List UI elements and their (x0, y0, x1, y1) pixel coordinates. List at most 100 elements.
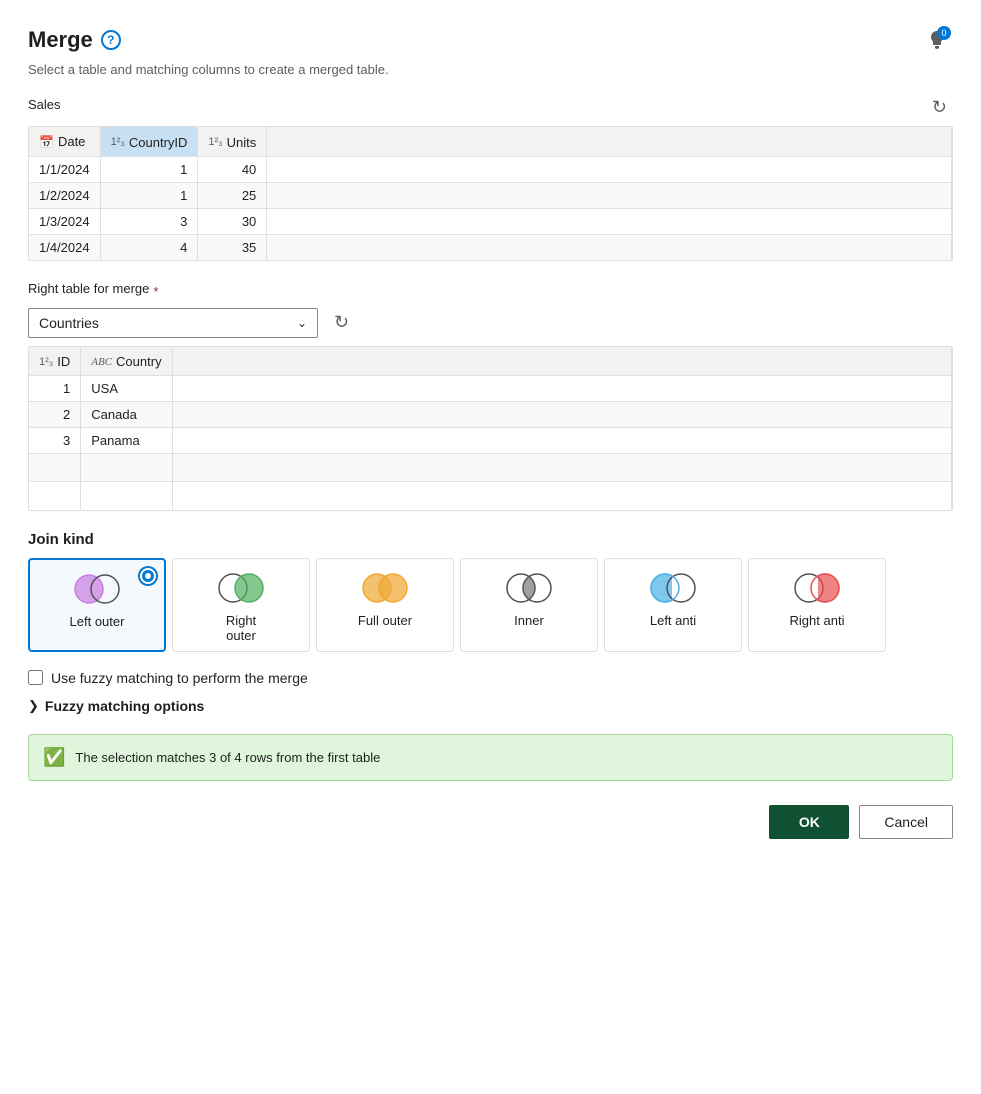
dialog-title: Merge (28, 27, 93, 53)
sales-empty-1 (267, 156, 952, 182)
countries-id-1: 1 (29, 376, 81, 402)
join-options: Left outer Rightouter Full outer Inner (28, 558, 953, 652)
dropdown-value: Countries (39, 315, 99, 331)
table-row: 2 Canada (29, 402, 952, 428)
fuzzy-options-label: Fuzzy matching options (45, 698, 204, 714)
sales-countryid-1: 1 (100, 156, 198, 182)
chevron-right-icon: ❯ (28, 698, 39, 714)
required-marker: * (153, 284, 158, 299)
table-row (29, 482, 952, 510)
table-row: 1 USA (29, 376, 952, 402)
fuzzy-matching-label[interactable]: Use fuzzy matching to perform the merge (51, 670, 308, 686)
sales-table-label: Sales (28, 97, 61, 112)
countries-country-2: Canada (81, 402, 172, 428)
sales-date-3: 1/3/2024 (29, 208, 100, 234)
right-table-label: Right table for merge (28, 281, 149, 296)
sales-empty-2 (267, 182, 952, 208)
123-icon-units: 1²₃ (208, 136, 222, 148)
chevron-down-icon: ⌄ (297, 316, 307, 330)
sales-col-date-label: Date (58, 134, 85, 149)
join-option-inner[interactable]: Inner (460, 558, 598, 652)
join-label-full-outer: Full outer (358, 613, 412, 628)
sales-col-units-label: Units (227, 135, 257, 150)
calendar-icon: 📅 (39, 135, 54, 149)
countries-table: 1²₃ ID ABC Country 1 USA (29, 347, 952, 510)
countries-col-id[interactable]: 1²₃ ID (29, 347, 81, 376)
left-anti-venn (645, 569, 701, 607)
table-row: 1/1/2024 1 40 (29, 156, 952, 182)
join-option-right-outer[interactable]: Rightouter (172, 558, 310, 652)
full-outer-venn (357, 569, 413, 607)
cancel-button[interactable]: Cancel (859, 805, 953, 839)
sales-units-3: 30 (198, 208, 267, 234)
sales-date-4: 1/4/2024 (29, 234, 100, 260)
join-label-left-anti: Left anti (650, 613, 696, 628)
123-icon-countryid: 1²₃ (111, 136, 125, 148)
join-option-right-anti[interactable]: Right anti (748, 558, 886, 652)
sales-table: 📅 Date 1²₃ CountryID 1²₃ Units (29, 127, 952, 260)
table-row: 1/4/2024 4 35 (29, 234, 952, 260)
table-row (29, 454, 952, 482)
join-kind-label: Join kind (28, 531, 953, 548)
sales-units-4: 35 (198, 234, 267, 260)
right-outer-venn (213, 569, 269, 607)
right-table-refresh-button[interactable]: ↻ (328, 310, 355, 335)
fuzzy-matching-checkbox[interactable] (28, 670, 43, 685)
sales-units-2: 25 (198, 182, 267, 208)
selected-indicator (140, 568, 156, 584)
sales-col-countryid-label: CountryID (129, 135, 188, 150)
inner-venn (501, 569, 557, 607)
fuzzy-options-section[interactable]: ❯ Fuzzy matching options (28, 698, 953, 714)
bulb-badge: 0 (937, 26, 951, 40)
left-outer-venn (69, 570, 125, 608)
sales-date-1: 1/1/2024 (29, 156, 100, 182)
sales-table-wrapper: 📅 Date 1²₃ CountryID 1²₃ Units (28, 126, 953, 261)
countries-empty-1 (172, 376, 951, 402)
countries-empty-2 (172, 402, 951, 428)
sales-refresh-button[interactable]: ↻ (926, 95, 953, 120)
countries-col-country[interactable]: ABC Country (81, 347, 172, 376)
join-option-full-outer[interactable]: Full outer (316, 558, 454, 652)
sales-empty-4 (267, 234, 952, 260)
ok-button[interactable]: OK (769, 805, 849, 839)
success-icon: ✅ (43, 747, 65, 768)
join-option-left-anti[interactable]: Left anti (604, 558, 742, 652)
sales-countryid-4: 4 (100, 234, 198, 260)
table-row: 1/3/2024 3 30 (29, 208, 952, 234)
sales-col-date[interactable]: 📅 Date (29, 127, 100, 156)
countries-col-country-label: Country (116, 354, 162, 369)
countries-empty-3 (172, 428, 951, 454)
join-label-right-anti: Right anti (790, 613, 845, 628)
sales-empty-3 (267, 208, 952, 234)
footer: OK Cancel (28, 805, 953, 839)
right-table-dropdown[interactable]: Countries ⌄ (28, 308, 318, 338)
right-anti-venn (789, 569, 845, 607)
help-icon[interactable]: ? (101, 30, 121, 50)
sales-units-1: 40 (198, 156, 267, 182)
success-message: The selection matches 3 of 4 rows from t… (75, 750, 380, 765)
countries-col-id-label: ID (57, 354, 70, 369)
sales-col-countryid[interactable]: 1²₃ CountryID (100, 127, 198, 156)
countries-col-empty (172, 347, 951, 376)
join-label-inner: Inner (514, 613, 544, 628)
table-row: 3 Panama (29, 428, 952, 454)
countries-table-wrapper: 1²₃ ID ABC Country 1 USA (28, 346, 953, 511)
subtitle: Select a table and matching columns to c… (28, 62, 953, 77)
sales-countryid-3: 3 (100, 208, 198, 234)
countries-id-3: 3 (29, 428, 81, 454)
sales-col-empty (267, 127, 952, 156)
join-label-right-outer: Rightouter (226, 613, 256, 643)
join-option-left-outer[interactable]: Left outer (28, 558, 166, 652)
123-icon-id: 1²₃ (39, 356, 53, 368)
join-label-left-outer: Left outer (70, 614, 125, 629)
abc-icon-country: ABC (91, 356, 112, 368)
bulb-icon[interactable]: 0 (921, 24, 953, 56)
fuzzy-matching-row: Use fuzzy matching to perform the merge (28, 670, 953, 686)
table-row: 1/2/2024 1 25 (29, 182, 952, 208)
success-banner: ✅ The selection matches 3 of 4 rows from… (28, 734, 953, 781)
countries-id-2: 2 (29, 402, 81, 428)
sales-col-units[interactable]: 1²₃ Units (198, 127, 267, 156)
sales-date-2: 1/2/2024 (29, 182, 100, 208)
countries-country-1: USA (81, 376, 172, 402)
countries-country-3: Panama (81, 428, 172, 454)
